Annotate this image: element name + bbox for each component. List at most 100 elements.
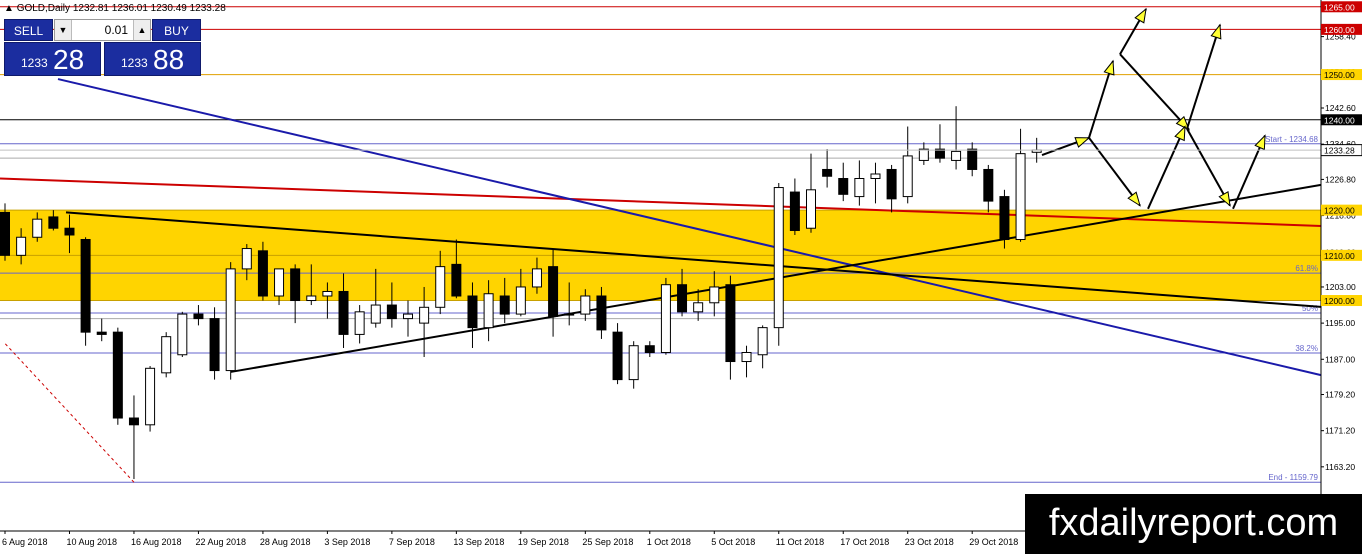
bear-candle (789, 191, 800, 231)
bull-candle (225, 268, 236, 372)
bear-candle (822, 168, 833, 177)
bull-candle (709, 286, 720, 304)
time-tick-label: 3 Sep 2018 (324, 537, 370, 547)
bull-candle (628, 345, 639, 381)
time-tick-label: 11 Oct 2018 (776, 537, 824, 547)
time-tick-label: 29 Oct 2018 (969, 537, 1018, 547)
price-tick-label: 1171.20 (1325, 426, 1355, 436)
bull-candle (951, 150, 962, 161)
projection-path-line (1119, 53, 1190, 131)
time-tick-label: 23 Oct 2018 (905, 537, 954, 547)
level-badge-label: 1265.00 (1324, 2, 1355, 12)
price-tick-label: 1242.60 (1325, 103, 1356, 113)
bull-candle (902, 155, 913, 198)
bear-candle (677, 284, 688, 313)
bear-candle (467, 295, 478, 329)
time-tick-label: 25 Sep 2018 (582, 537, 633, 547)
level-badge-label: 1220.00 (1324, 206, 1355, 216)
bear-candle (290, 268, 301, 302)
chart-window: Start - 1234.68 61.8% 50% 38.2% End - 1159.7… (0, 0, 1362, 554)
bear-candle (548, 266, 559, 317)
bear-candle (644, 345, 655, 353)
fib-level-label: End - 1159.79 (1268, 473, 1318, 482)
lot-decrease-icon[interactable]: ▼ (55, 20, 72, 40)
fib-level-label: 38.2% (1295, 344, 1318, 353)
bull-candle (580, 295, 591, 315)
bull-candle (515, 286, 526, 315)
bull-candle (322, 290, 333, 297)
time-tick-label: 28 Aug 2018 (260, 537, 311, 547)
projection-arrowhead (1254, 134, 1266, 151)
bear-candle (596, 295, 607, 331)
bear-candle (80, 239, 91, 333)
bull-candle (531, 268, 542, 288)
buy-price-button[interactable]: 1233 88 (104, 42, 201, 76)
projection-arrowhead (1174, 125, 1186, 142)
watermark-logo: fxdailyreport.com (1025, 494, 1362, 554)
bull-candle (870, 173, 881, 180)
projection-arrowhead (1134, 7, 1147, 24)
bull-candle (660, 284, 671, 353)
projection-arrowhead (1210, 23, 1222, 40)
bear-candle (193, 313, 204, 320)
level-badge-label: 1210.00 (1324, 251, 1355, 261)
bear-candle (386, 304, 397, 320)
bear-candle (725, 284, 736, 363)
buy-button[interactable]: BUY (152, 19, 201, 41)
bull-candle (854, 178, 865, 198)
buy-price-pips: 88 (153, 44, 185, 75)
price-chart[interactable]: Start - 1234.6861.8%50%38.2%End - 1159.7… (0, 0, 1362, 554)
bull-candle (32, 218, 43, 238)
current-price-label: 1233.28 (1324, 146, 1355, 156)
bull-candle (741, 351, 752, 363)
time-tick-label: 1 Oct 2018 (647, 537, 691, 547)
bull-candle (145, 367, 156, 426)
bear-candle (112, 331, 123, 419)
bear-candle (96, 331, 107, 335)
projection-path-line (1147, 126, 1186, 210)
projection-arrowhead (1103, 59, 1115, 76)
price-tick-label: 1226.80 (1325, 174, 1356, 184)
time-tick-label: 22 Aug 2018 (195, 537, 246, 547)
bear-candle (999, 196, 1010, 241)
chart-title: ▲ GOLD,Daily 1232.81 1236.01 1230.49 123… (4, 3, 226, 14)
one-click-trade-panel: SELL ▼ 0.01 ▲ BUY 1233 28 1233 88 (4, 17, 201, 76)
time-tick-label: 6 Aug 2018 (2, 537, 48, 547)
bear-candle (48, 216, 59, 229)
sell-price-prefix: 1233 (21, 56, 48, 70)
bull-candle (306, 295, 317, 302)
bull-candle (757, 327, 768, 356)
time-tick-label: 16 Aug 2018 (131, 537, 182, 547)
lot-increase-icon[interactable]: ▲ (133, 20, 150, 40)
price-tick-label: 1163.20 (1325, 462, 1355, 472)
bear-candle (257, 250, 268, 297)
price-tick-label: 1187.00 (1325, 354, 1355, 364)
lot-size-stepper[interactable]: ▼ 0.01 ▲ (54, 19, 151, 41)
time-tick-label: 10 Aug 2018 (66, 537, 117, 547)
time-tick-label: 7 Sep 2018 (389, 537, 435, 547)
bull-candle (370, 304, 381, 324)
bear-candle (209, 318, 220, 372)
time-tick-label: 5 Oct 2018 (711, 537, 755, 547)
projection-arrowhead (1218, 191, 1231, 207)
bull-candle (161, 336, 172, 374)
bull-candle (16, 236, 27, 256)
level-badge-label: 1260.00 (1324, 25, 1355, 35)
lot-size-value[interactable]: 0.01 (73, 20, 132, 40)
bear-candle (64, 227, 75, 236)
price-tick-label: 1179.20 (1325, 390, 1355, 400)
bull-candle (241, 248, 252, 270)
bull-candle (177, 313, 188, 356)
level-badge-label: 1200.00 (1324, 296, 1355, 306)
sell-price-button[interactable]: 1233 28 (4, 42, 101, 76)
level-badge-label: 1240.00 (1324, 115, 1355, 125)
buy-price-prefix: 1233 (121, 56, 148, 70)
bear-candle (886, 168, 897, 200)
sell-button[interactable]: SELL (4, 19, 53, 41)
projection-path-line (1186, 24, 1221, 130)
bear-candle (451, 263, 462, 297)
collapse-triangle-icon[interactable]: ▲ (4, 3, 14, 14)
bear-candle (612, 331, 623, 381)
bull-candle (419, 306, 430, 324)
bull-candle (564, 313, 575, 316)
